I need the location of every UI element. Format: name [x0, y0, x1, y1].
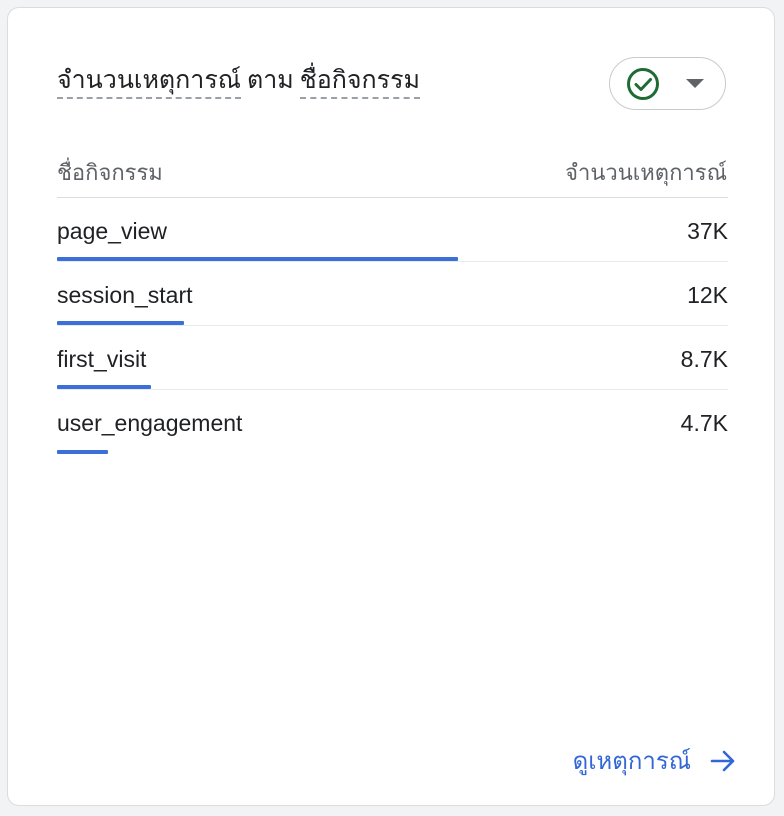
card-title: จำนวนเหตุการณ์ ตาม ชื่อกิจกรรม: [57, 60, 420, 100]
share-bar: [57, 321, 185, 325]
column-header-dimension[interactable]: ชื่อกิจกรรม: [57, 155, 163, 190]
view-events-label: ดูเหตุการณ์: [572, 748, 691, 775]
share-bar: [57, 450, 108, 454]
event-name: page_view: [57, 218, 167, 244]
event-count: 37K: [687, 218, 728, 244]
share-bar: [57, 257, 459, 261]
event-count: 12K: [687, 282, 728, 308]
event-count: 4.7K: [680, 410, 728, 436]
events-by-name-card: จำนวนเหตุการณ์ ตาม ชื่อกิจกรรม ชื่อกิจกรรม…: [7, 7, 775, 806]
table-row[interactable]: page_view 37K: [57, 198, 728, 262]
title-joiner: ตาม: [246, 66, 294, 94]
table-row[interactable]: user_engagement 4.7K: [57, 390, 728, 454]
table-row[interactable]: session_start 12K: [57, 262, 728, 326]
event-name: first_visit: [57, 346, 147, 372]
event-count: 8.7K: [680, 346, 728, 372]
caret-down-icon: [686, 79, 704, 88]
view-events-link[interactable]: ดูเหตุการณ์: [573, 741, 737, 780]
event-name: session_start: [57, 282, 193, 308]
event-table-body: page_view 37K session_start 12K first_vi…: [57, 198, 728, 454]
table-row[interactable]: first_visit 8.7K: [57, 326, 728, 390]
comparison-dropdown-button[interactable]: [609, 57, 726, 110]
arrow-right-icon: [710, 750, 735, 771]
check-circle-icon: [627, 68, 659, 100]
column-header-metric[interactable]: จำนวนเหตุการณ์: [565, 155, 727, 190]
event-name: user_engagement: [57, 410, 243, 436]
share-bar: [57, 385, 151, 389]
metric-selector[interactable]: จำนวนเหตุการณ์: [57, 66, 241, 99]
dimension-selector[interactable]: ชื่อกิจกรรม: [299, 66, 420, 99]
